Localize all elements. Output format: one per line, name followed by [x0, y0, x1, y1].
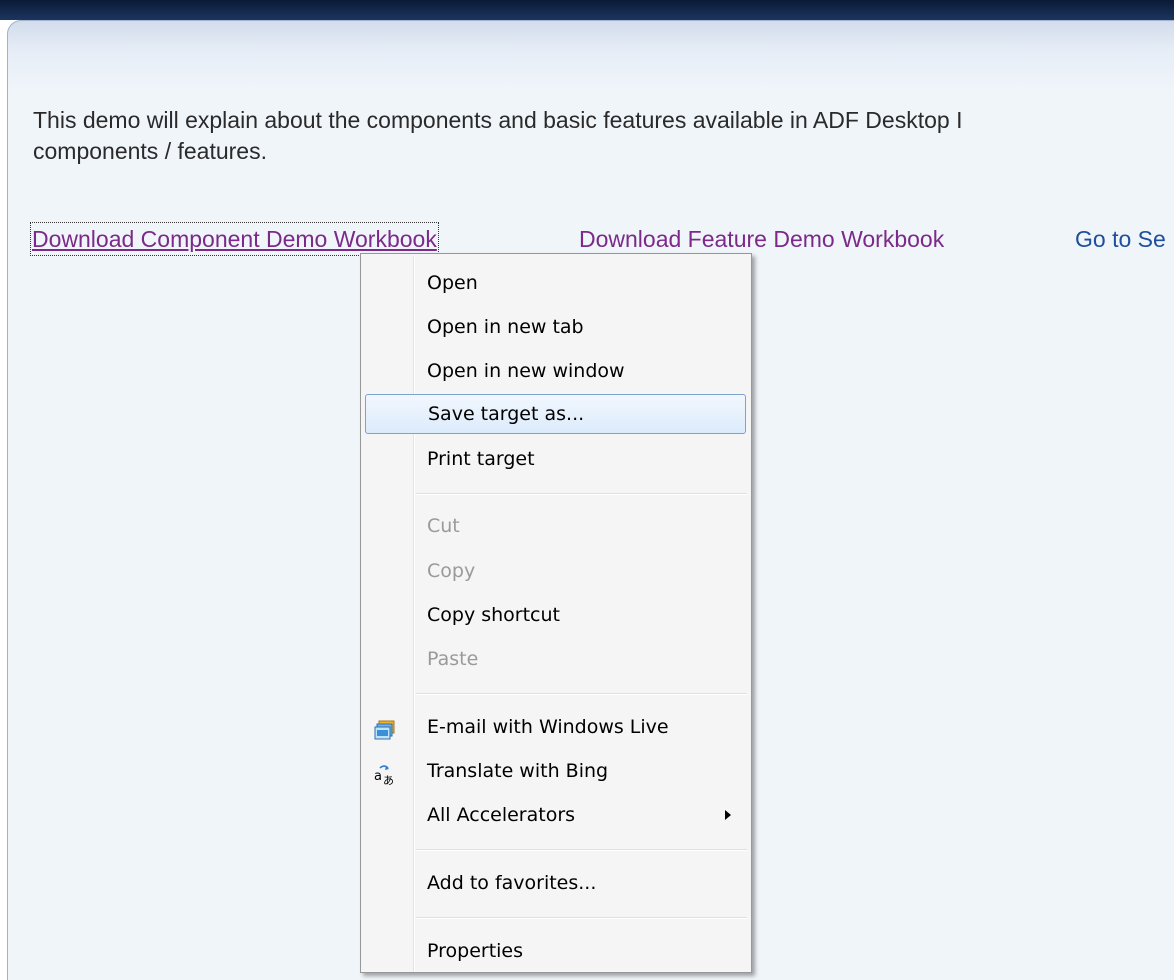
- menu-item-properties[interactable]: Properties: [365, 931, 746, 971]
- menu-item-label: Paste: [427, 648, 479, 670]
- svg-text:あ: あ: [383, 774, 394, 786]
- menu-item-save-target-as[interactable]: Save target as...: [365, 394, 746, 434]
- menu-item-label: Open in new window: [427, 360, 625, 382]
- menu-item-cut[interactable]: Cut: [365, 506, 746, 546]
- download-feature-demo-link[interactable]: Download Feature Demo Workbook: [579, 224, 944, 254]
- menu-separator: [416, 493, 747, 495]
- translate-icon: a あ: [374, 760, 396, 787]
- browser-page: This demo will explain about the compone…: [0, 0, 1174, 980]
- menu-item-label: Properties: [427, 940, 524, 962]
- menu-separator: [416, 917, 747, 919]
- menu-item-copy[interactable]: Copy: [365, 551, 746, 591]
- menu-item-email-windows-live[interactable]: E-mail with Windows Live: [365, 707, 746, 747]
- menu-item-label: Copy: [427, 560, 476, 582]
- menu-item-paste[interactable]: Paste: [365, 639, 746, 679]
- submenu-arrow-icon: [725, 810, 731, 820]
- menu-item-all-accelerators[interactable]: All Accelerators: [365, 795, 746, 835]
- menu-item-copy-shortcut[interactable]: Copy shortcut: [365, 595, 746, 635]
- menu-item-label: Save target as...: [428, 403, 585, 425]
- menu-separator: [416, 849, 747, 851]
- intro-line-1: This demo will explain about the compone…: [33, 107, 963, 133]
- menu-item-print-target[interactable]: Print target: [365, 439, 746, 479]
- menu-item-open-new-tab[interactable]: Open in new tab: [365, 307, 746, 347]
- menu-item-label: Cut: [427, 515, 460, 537]
- top-banner-bar: [0, 0, 1174, 20]
- menu-item-label: Print target: [427, 448, 535, 470]
- menu-item-label: Add to favorites...: [427, 872, 597, 894]
- intro-line-2: components / features.: [33, 138, 267, 164]
- context-menu: Open Open in new tab Open in new window …: [360, 253, 752, 973]
- go-to-link[interactable]: Go to Se: [1075, 224, 1166, 254]
- menu-separator: [416, 693, 747, 695]
- menu-item-translate-bing[interactable]: a あ Translate with Bing: [365, 751, 746, 791]
- intro-text: This demo will explain about the compone…: [33, 105, 1174, 167]
- menu-item-label: Translate with Bing: [427, 760, 609, 782]
- download-component-demo-link[interactable]: Download Component Demo Workbook: [30, 222, 439, 256]
- menu-item-add-to-favorites[interactable]: Add to favorites...: [365, 863, 746, 903]
- menu-item-open[interactable]: Open: [365, 263, 746, 303]
- windows-live-mail-icon: [374, 716, 396, 740]
- menu-item-label: Copy shortcut: [427, 604, 560, 626]
- menu-item-label: All Accelerators: [427, 804, 576, 826]
- menu-item-label: Open: [427, 272, 478, 294]
- menu-item-label: Open in new tab: [427, 316, 584, 338]
- menu-item-open-new-window[interactable]: Open in new window: [365, 351, 746, 391]
- svg-text:a: a: [374, 769, 382, 784]
- menu-item-label: E-mail with Windows Live: [427, 716, 669, 738]
